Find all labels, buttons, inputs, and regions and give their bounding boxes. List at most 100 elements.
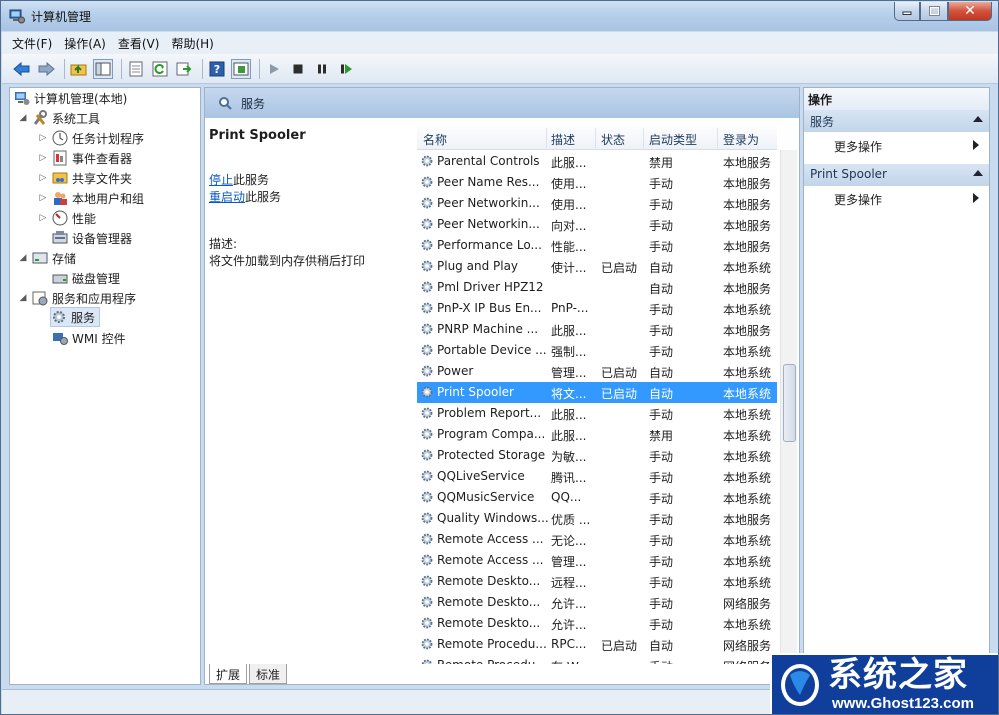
table-row[interactable]: Peer Name Res... 使用... 手动 本地服务 bbox=[417, 172, 777, 193]
expand-arrow-icon[interactable]: ▷ bbox=[38, 213, 48, 223]
properties-button[interactable] bbox=[126, 59, 146, 79]
table-row[interactable]: Quality Windows... 优质 ... 手动 本地服务 bbox=[417, 508, 777, 529]
table-row[interactable]: Peer Networkin... 使用... 手动 本地服务 bbox=[417, 193, 777, 214]
column-description[interactable]: 描述 bbox=[551, 131, 575, 148]
table-row[interactable]: Remote Procedu...在 W...手动网络服务 bbox=[417, 655, 777, 664]
table-row[interactable]: Power 管理... 已启动 自动 本地系统 bbox=[417, 361, 777, 382]
table-row[interactable]: Protected Storage 为敏... 手动 本地系统 bbox=[417, 445, 777, 466]
expand-arrow-icon[interactable]: ▷ bbox=[38, 193, 48, 203]
tree-item-services[interactable]: 服务 bbox=[50, 307, 101, 327]
close-button[interactable]: ✕ bbox=[948, 2, 992, 21]
more-actions-print-spooler[interactable]: 更多操作 bbox=[834, 191, 882, 208]
service-name-cell: Power bbox=[437, 364, 474, 378]
show-hide-tree-button[interactable] bbox=[93, 58, 113, 79]
tree-item-event-viewer[interactable]: ▷ 事件查看器 bbox=[38, 149, 132, 167]
show-action-pane-button[interactable] bbox=[231, 58, 251, 79]
table-row[interactable]: Program Compa... 此服... 禁用 本地系统 bbox=[417, 424, 777, 445]
table-row[interactable]: Plug and Play 使计... 已启动 自动 本地系统 bbox=[417, 256, 777, 277]
minimize-button[interactable] bbox=[894, 2, 920, 21]
tree-label: 共享文件夹 bbox=[72, 171, 133, 186]
table-row[interactable]: PnP-X IP Bus En... PnP-... 手动 本地系统 bbox=[417, 298, 777, 319]
tree-item-task-scheduler[interactable]: ▷ 任务计划程序 bbox=[38, 129, 144, 147]
table-row[interactable]: Remote Access ... 无论... 手动 本地系统 bbox=[417, 529, 777, 550]
collapse-arrow-icon[interactable]: ◢ bbox=[18, 113, 28, 123]
table-row[interactable]: Portable Device ... 强制... 手动 本地系统 bbox=[417, 340, 777, 361]
menu-help[interactable]: 帮助(H) bbox=[171, 35, 213, 52]
table-row[interactable]: Remote Deskto... 远程... 手动 本地系统 bbox=[417, 571, 777, 592]
collapse-arrow-icon[interactable]: ◢ bbox=[18, 293, 28, 303]
tree-item-shared-folders[interactable]: ▷ 共享文件夹 bbox=[38, 169, 132, 187]
menu-file[interactable]: 文件(F) bbox=[12, 35, 52, 52]
column-startup-type[interactable]: 启动类型 bbox=[649, 131, 697, 148]
table-row[interactable]: PNRP Machine ... 此服... 手动 本地服务 bbox=[417, 319, 777, 340]
back-button[interactable] bbox=[12, 59, 32, 79]
tree-item-services-apps[interactable]: ◢ 服务和应用程序 bbox=[18, 289, 136, 307]
refresh-button[interactable] bbox=[150, 59, 170, 79]
stop-service-link[interactable]: 停止 bbox=[209, 173, 233, 187]
table-row[interactable]: Parental Controls 此服... 禁用 本地服务 bbox=[417, 151, 777, 172]
help-button[interactable]: ? bbox=[207, 59, 227, 79]
collapse-arrow-icon[interactable]: ◢ bbox=[18, 253, 28, 263]
column-divider[interactable] bbox=[643, 128, 644, 148]
tree-item-local-users[interactable]: ▷ 本地用户和组 bbox=[38, 189, 144, 207]
table-row[interactable]: Problem Report... 此服... 手动 本地系统 bbox=[417, 403, 777, 424]
tree-item-disk-management[interactable]: 磁盘管理 bbox=[52, 269, 120, 287]
maximize-button[interactable] bbox=[920, 2, 948, 21]
expand-arrow-icon[interactable]: ▷ bbox=[38, 153, 48, 163]
submenu-arrow-icon[interactable] bbox=[973, 193, 979, 203]
submenu-arrow-icon[interactable] bbox=[973, 140, 979, 150]
title-bar[interactable]: 计算机管理 ✕ bbox=[1, 1, 998, 31]
table-row[interactable]: QQLiveService 腾讯... 手动 本地系统 bbox=[417, 466, 777, 487]
tree-item-storage[interactable]: ◢ 存储 bbox=[18, 249, 76, 267]
column-logon-as[interactable]: 登录为 bbox=[723, 131, 759, 148]
restart-service-button[interactable] bbox=[336, 59, 356, 79]
menu-action[interactable]: 操作(A) bbox=[64, 35, 106, 52]
actions-section-print-spooler[interactable]: Print Spooler bbox=[804, 164, 989, 186]
tree-item-device-manager[interactable]: 设备管理器 bbox=[52, 229, 132, 247]
pause-service-button[interactable] bbox=[312, 59, 332, 79]
table-row[interactable]: Remote Deskto... 允许... 手动 网络服务 bbox=[417, 592, 777, 613]
table-row[interactable]: QQMusicService QQ... 手动 本地系统 bbox=[417, 487, 777, 508]
vertical-scrollbar[interactable] bbox=[780, 150, 797, 664]
export-list-button[interactable] bbox=[174, 59, 194, 79]
tree-item-system-tools[interactable]: ◢ 系统工具 bbox=[18, 109, 100, 127]
tree-item-wmi[interactable]: WMI 控件 bbox=[52, 329, 126, 347]
table-row[interactable]: Remote Procedu... RPC... 已启动 自动 网络服务 bbox=[417, 634, 777, 655]
sort-arrow-icon: ^ bbox=[479, 126, 487, 133]
tree-item-root[interactable]: 计算机管理(本地) bbox=[14, 89, 127, 107]
start-service-button[interactable] bbox=[264, 59, 284, 79]
column-status[interactable]: 状态 bbox=[601, 131, 625, 148]
list-header: 名称 ^ 描述 状态 启动类型 登录为 bbox=[417, 126, 777, 150]
service-startup-cell: 手动 bbox=[649, 198, 674, 212]
column-divider[interactable] bbox=[595, 128, 596, 148]
stop-service-button[interactable] bbox=[288, 59, 308, 79]
table-row[interactable]: Peer Networkin... 向对... 手动 本地服务 bbox=[417, 214, 777, 235]
tab-standard[interactable]: 标准 bbox=[249, 664, 288, 684]
table-row[interactable]: Remote Deskto... 允许... 手动 本地系统 bbox=[417, 613, 777, 634]
performance-icon bbox=[52, 210, 68, 226]
table-row[interactable]: Remote Access ... 管理... 手动 本地系统 bbox=[417, 550, 777, 571]
more-actions-services[interactable]: 更多操作 bbox=[834, 138, 882, 155]
service-desc-cell: 允许... bbox=[551, 597, 587, 611]
service-name-cell: Protected Storage bbox=[437, 448, 546, 462]
column-divider[interactable] bbox=[717, 128, 718, 148]
forward-button[interactable] bbox=[36, 59, 56, 79]
column-name[interactable]: 名称 bbox=[423, 131, 447, 148]
table-row[interactable]: Print Spooler 将文... 已启动 自动 本地系统 bbox=[417, 382, 777, 403]
expand-arrow-icon[interactable]: ▷ bbox=[38, 133, 48, 143]
restart-service-link[interactable]: 重启动 bbox=[209, 190, 245, 204]
column-divider[interactable] bbox=[546, 128, 547, 148]
actions-section-services[interactable]: 服务 bbox=[804, 110, 989, 132]
table-row[interactable]: Performance Lo... 性能... 手动 本地服务 bbox=[417, 235, 777, 256]
expand-arrow-icon[interactable]: ▷ bbox=[38, 173, 48, 183]
scrollbar-thumb[interactable] bbox=[783, 364, 796, 442]
collapse-up-icon[interactable] bbox=[973, 116, 983, 122]
table-row[interactable]: Pml Driver HPZ12 自动 本地服务 bbox=[417, 277, 777, 298]
tab-extended[interactable]: 扩展 bbox=[209, 664, 248, 684]
tree-item-performance[interactable]: ▷ 性能 bbox=[38, 209, 96, 227]
service-name-cell: Peer Networkin... bbox=[437, 196, 540, 210]
menu-view[interactable]: 查看(V) bbox=[118, 35, 160, 52]
collapse-up-icon[interactable] bbox=[973, 170, 983, 176]
up-level-button[interactable] bbox=[69, 59, 89, 79]
tree-label: 服务和应用程序 bbox=[52, 291, 137, 306]
